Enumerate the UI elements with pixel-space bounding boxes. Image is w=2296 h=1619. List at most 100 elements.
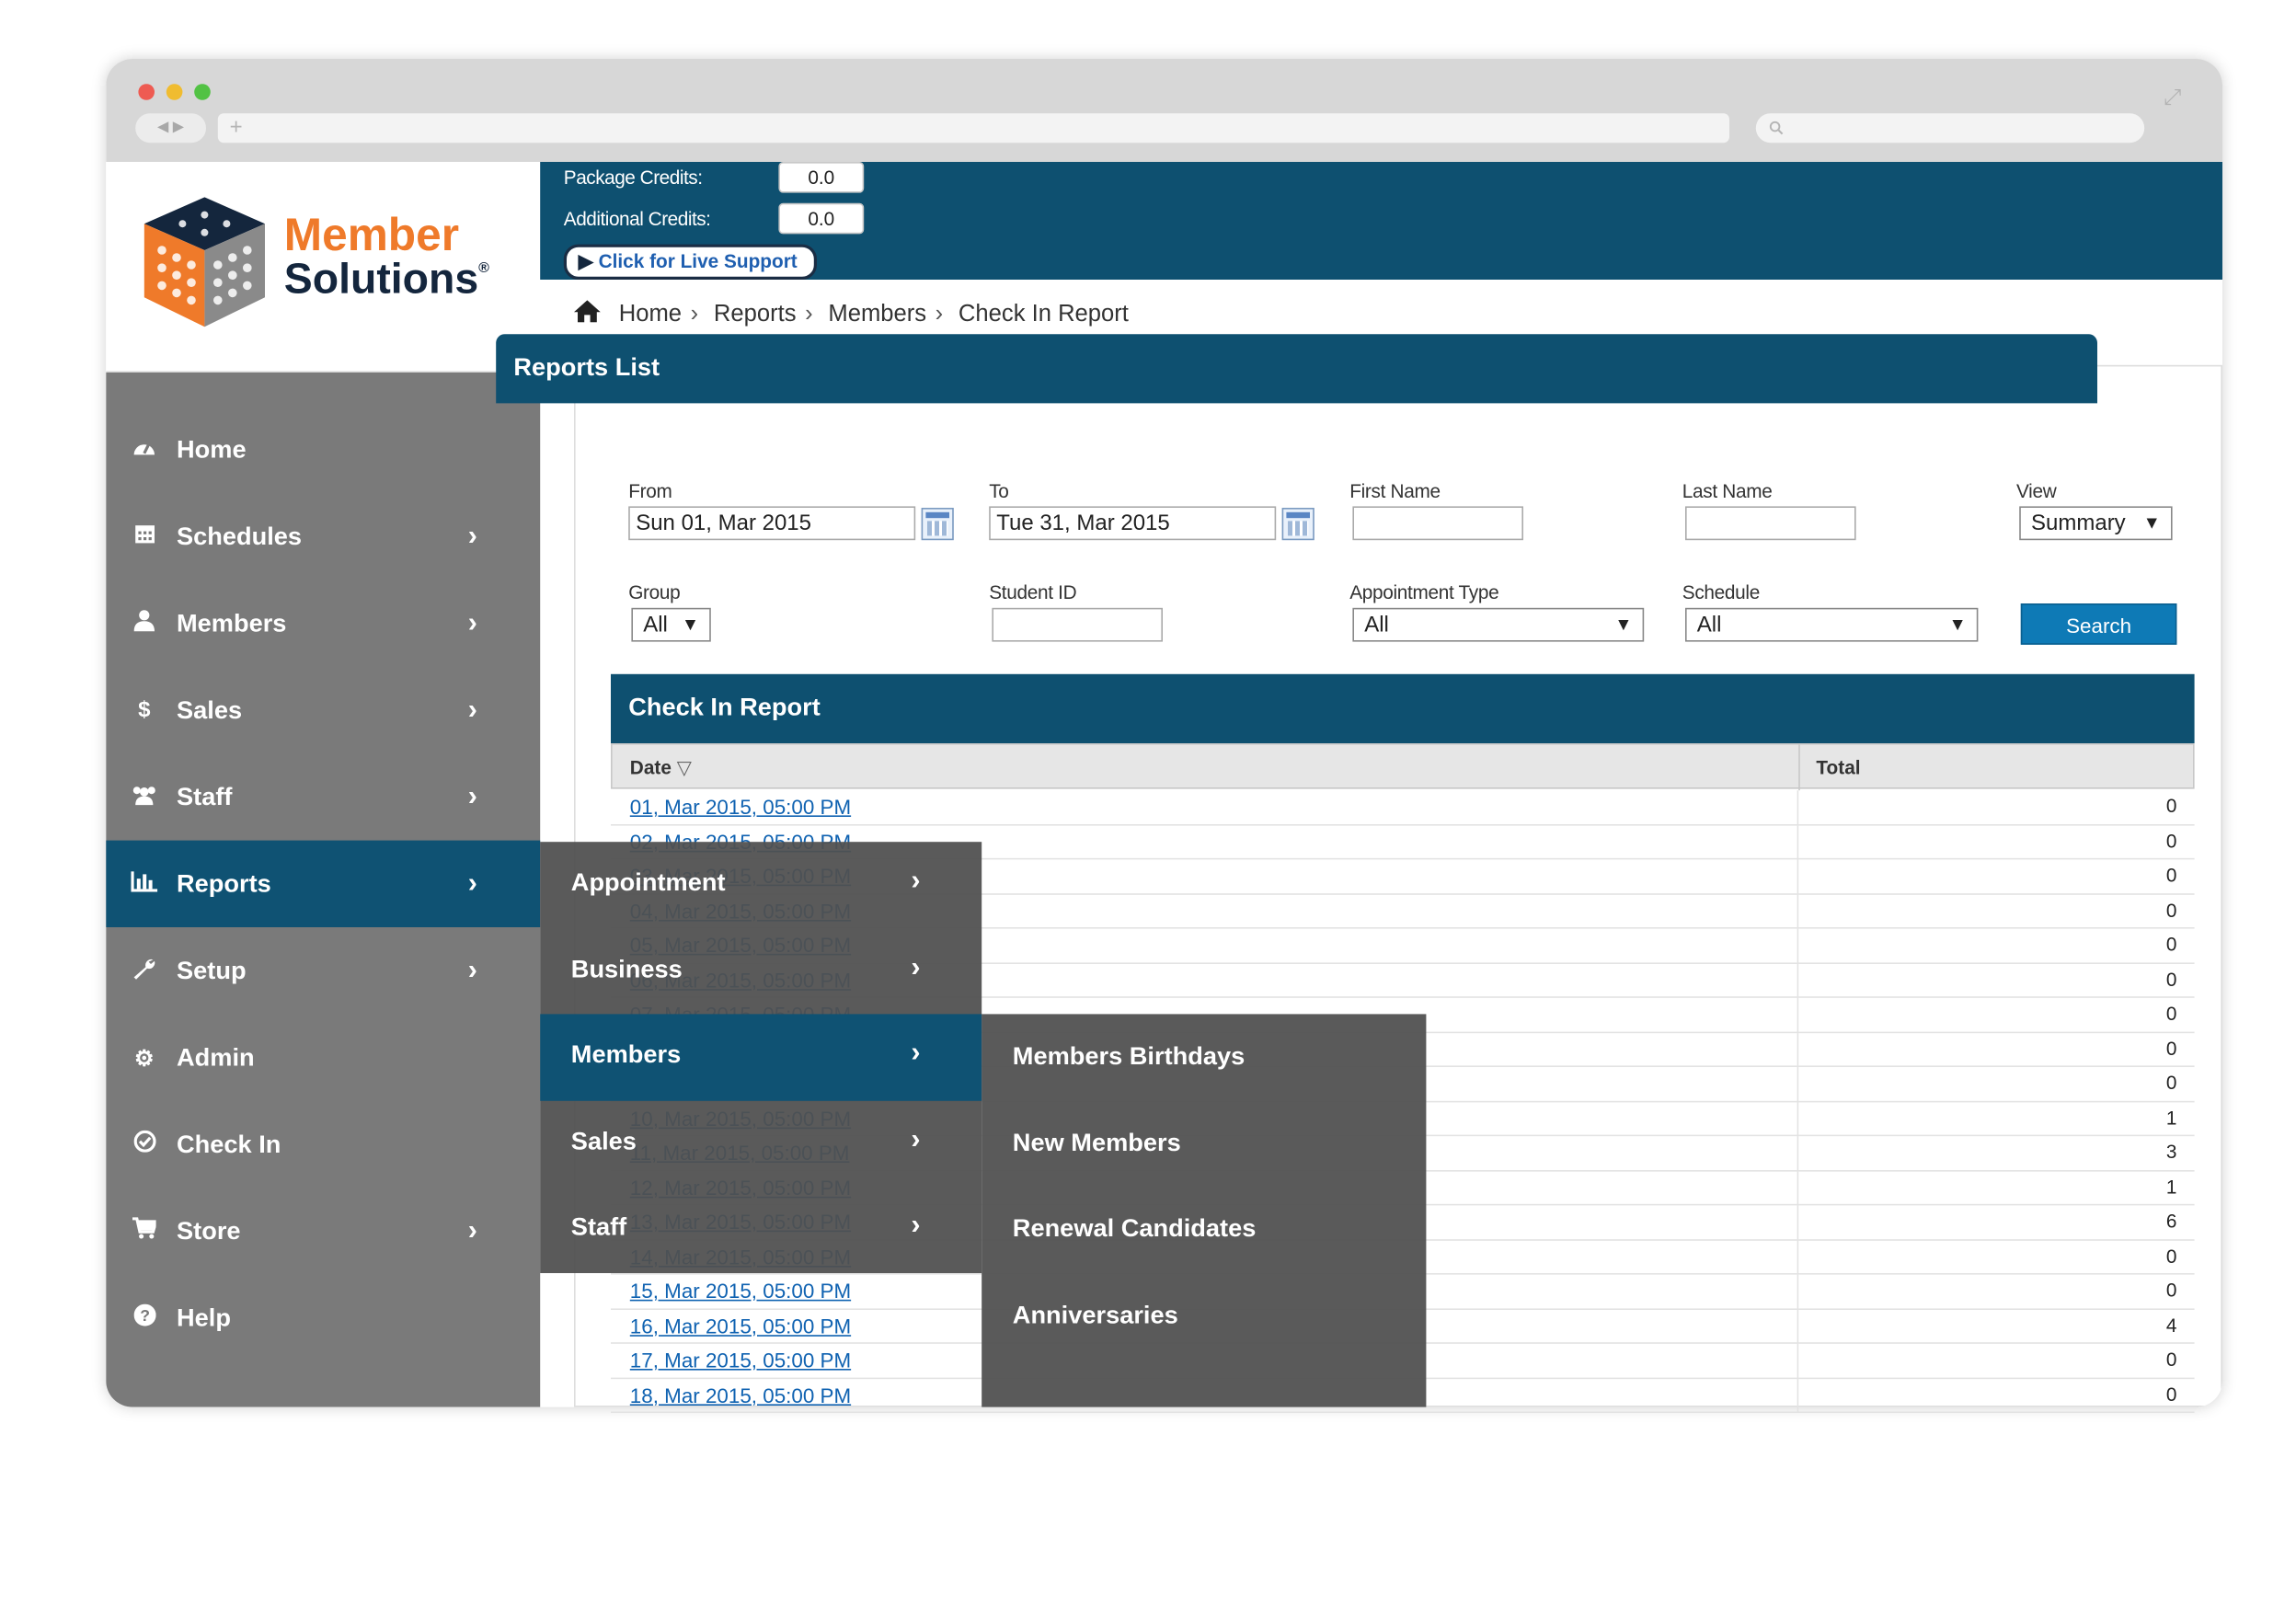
chevron-right-icon: › (911, 1038, 921, 1069)
last-name-label: Last Name (1682, 479, 1773, 502)
column-divider (1797, 1170, 1799, 1206)
sort-descending-icon: ▽ (676, 756, 692, 779)
package-credits-value: 0.0 (778, 162, 865, 193)
sidebar: Home Schedules › Members › $ Sales › Sta… (106, 372, 541, 1407)
date-link[interactable]: 01, Mar 2015, 05:00 PM (630, 795, 851, 819)
dropdown-arrow-icon: ▼ (681, 614, 699, 635)
submenu-item-members[interactable]: Members › (540, 1014, 982, 1101)
total-cell: 0 (2165, 864, 2177, 887)
cart-icon (131, 1217, 158, 1245)
total-cell: 0 (2165, 1348, 2177, 1371)
address-bar[interactable]: + (217, 113, 1729, 144)
total-cell: 0 (2165, 968, 2177, 990)
submenu-item-label: Appointment (570, 868, 726, 897)
sidebar-item-setup[interactable]: Setup › (106, 927, 540, 1014)
magnifier-icon (1769, 121, 1784, 135)
search-button[interactable]: Search (2020, 603, 2177, 645)
close-window-dot[interactable] (138, 84, 155, 100)
chevron-right-icon: › (467, 867, 477, 899)
to-label: To (989, 479, 1009, 502)
column-divider (1797, 1032, 1799, 1067)
sidebar-item-label: Members (177, 608, 287, 637)
package-credits-label: Package Credits: (563, 166, 703, 189)
student-id-input[interactable] (992, 607, 1163, 642)
column-divider (1797, 1343, 1799, 1379)
sidebar-item-label: Admin (177, 1042, 255, 1071)
sidebar-item-schedules[interactable]: Schedules › (106, 493, 540, 580)
submenu-item-renewal-candidates[interactable]: Renewal Candidates (1013, 1214, 1257, 1244)
date-column-header[interactable]: Date ▽ (630, 756, 692, 780)
total-cell: 4 (2165, 1314, 2177, 1336)
last-name-input[interactable] (1685, 506, 1856, 541)
group-label: Group (628, 581, 681, 603)
from-date-input[interactable]: Sun 01, Mar 2015 (628, 506, 916, 541)
date-link[interactable]: 18, Mar 2015, 05:00 PM (630, 1383, 851, 1407)
appointment-type-selected-value: All (1364, 612, 1389, 637)
date-link[interactable]: 15, Mar 2015, 05:00 PM (630, 1279, 851, 1303)
date-link[interactable]: 16, Mar 2015, 05:00 PM (630, 1314, 851, 1338)
group-select[interactable]: All ▼ (631, 607, 711, 642)
chevron-right-icon: › (467, 694, 477, 725)
browser-search-bar[interactable] (1755, 113, 2145, 144)
submenu-item-anniversaries[interactable]: Anniversaries (1013, 1301, 1178, 1330)
live-support-button[interactable]: ▶ Click for Live Support (563, 244, 817, 280)
new-tab-icon[interactable]: + (230, 115, 243, 140)
submenu-item-members-birthdays[interactable]: Members Birthdays (1013, 1042, 1245, 1072)
reports-list-title: Reports List (513, 353, 660, 382)
breadcrumb-reports[interactable]: Reports (714, 302, 797, 327)
logo-line-2: Solutions (283, 256, 479, 304)
sidebar-item-staff[interactable]: Staff › (106, 753, 540, 840)
submenu-item-appointment[interactable]: Appointment › (540, 842, 982, 928)
first-name-input[interactable] (1352, 506, 1523, 541)
sidebar-item-check-in[interactable]: Check In (106, 1101, 540, 1188)
sidebar-item-home[interactable]: Home (106, 407, 540, 493)
sidebar-item-reports[interactable]: Reports › (106, 840, 541, 927)
bar-chart-icon (131, 870, 158, 897)
submenu-item-label: Business (570, 955, 683, 983)
total-cell: 0 (2165, 1037, 2177, 1060)
sidebar-item-sales[interactable]: $ Sales › (106, 667, 540, 753)
date-link[interactable]: 17, Mar 2015, 05:00 PM (630, 1349, 851, 1372)
to-date-input[interactable]: Tue 31, Mar 2015 (989, 506, 1277, 541)
dollar-icon: $ (138, 697, 151, 723)
fullscreen-icon[interactable]: ⤢ (2164, 86, 2181, 110)
breadcrumb-home[interactable]: Home (619, 302, 682, 327)
sidebar-item-help[interactable]: ? Help (106, 1275, 540, 1361)
home-icon[interactable] (574, 300, 601, 323)
view-select[interactable]: Summary ▼ (2019, 506, 2173, 541)
dropdown-arrow-icon: ▼ (1948, 614, 1967, 635)
submenu-item-sales[interactable]: Sales › (540, 1101, 982, 1188)
column-divider (1797, 928, 1799, 964)
sidebar-item-label: Reports (177, 868, 271, 898)
total-cell: 0 (2165, 1383, 2177, 1406)
maximize-window-dot[interactable] (194, 84, 211, 100)
sidebar-item-admin[interactable]: ⚙ Admin (106, 1014, 540, 1100)
calendar-picker-icon[interactable] (921, 508, 954, 541)
column-divider (1797, 824, 1799, 860)
browser-toolbar: ◀ ▶ + ⤢ (106, 59, 2223, 162)
credits-bar: Package Credits: 0.0 Additional Credits:… (540, 162, 2223, 280)
schedule-select[interactable]: All ▼ (1685, 607, 1979, 642)
sidebar-item-members[interactable]: Members › (106, 580, 540, 666)
total-cell: 0 (2165, 1002, 2177, 1025)
calendar-picker-icon[interactable] (1281, 508, 1314, 541)
report-table-header: Date ▽ Total (611, 743, 2195, 791)
first-name-label: First Name (1349, 479, 1441, 502)
minimize-window-dot[interactable] (166, 84, 183, 100)
table-row: 01, Mar 2015, 05:00 PM 0 (611, 790, 2195, 825)
sidebar-item-store[interactable]: Store › (106, 1188, 540, 1274)
registered-mark: ® (478, 260, 489, 277)
wrench-icon (131, 956, 157, 985)
appointment-type-label: Appointment Type (1349, 581, 1499, 603)
members-submenu: Members Birthdays New Members Renewal Ca… (982, 1014, 1427, 1407)
column-divider (1797, 1378, 1799, 1413)
submenu-item-business[interactable]: Business › (540, 929, 982, 1016)
breadcrumb-members[interactable]: Members (828, 302, 926, 327)
appointment-type-select[interactable]: All ▼ (1352, 607, 1645, 642)
submenu-item-new-members[interactable]: New Members (1013, 1129, 1181, 1158)
submenu-item-staff[interactable]: Staff › (540, 1187, 982, 1273)
back-forward-buttons[interactable]: ◀ ▶ (135, 113, 206, 144)
chevron-right-icon: › (467, 520, 477, 552)
column-divider (1797, 1274, 1799, 1310)
submenu-item-label: Members (570, 1040, 682, 1069)
